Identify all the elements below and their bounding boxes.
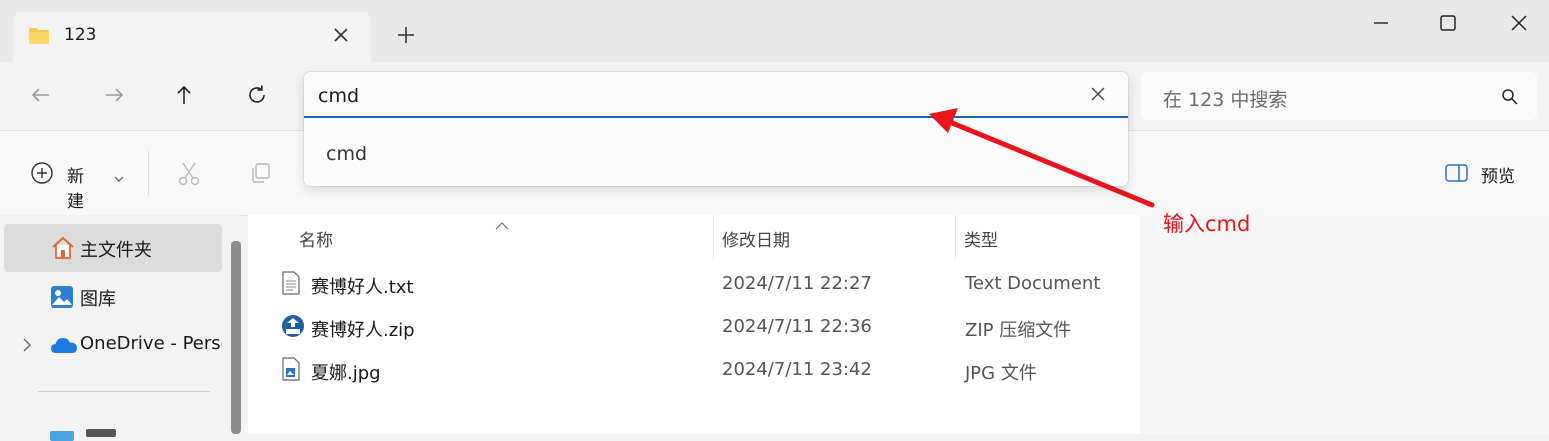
minimize-button[interactable] — [1370, 12, 1392, 34]
title-bar: 123 — [0, 0, 1549, 62]
new-button-label: 新建 — [67, 167, 84, 212]
sidebar-item-onedrive[interactable]: OneDrive - Perso — [4, 321, 222, 369]
preview-label: 预览 — [1481, 167, 1515, 187]
close-tab-icon[interactable] — [330, 24, 352, 46]
file-modified: 2024/7/11 23:42 — [722, 359, 872, 380]
up-arrow-icon[interactable] — [171, 82, 197, 108]
close-window-button[interactable] — [1508, 12, 1530, 34]
file-modified: 2024/7/11 22:27 — [722, 273, 872, 294]
forward-arrow-icon[interactable] — [101, 82, 127, 108]
chevron-down-icon — [114, 168, 124, 187]
column-header-modified[interactable]: 修改日期 — [722, 226, 790, 251]
zip-file-icon — [281, 314, 305, 342]
file-name: 夏娜.jpg — [311, 363, 381, 384]
onedrive-icon — [50, 336, 78, 358]
search-placeholder: 在 123 中搜索 — [1163, 89, 1288, 111]
plus-circle-icon — [30, 161, 54, 189]
annotation-label: 输入cmd — [1163, 212, 1251, 236]
sidebar-item-label: OneDrive - Perso — [80, 333, 222, 354]
sidebar-item-label: 主文件夹 — [80, 240, 152, 261]
toolbar-divider — [148, 151, 149, 195]
refresh-icon[interactable] — [244, 82, 270, 108]
preview-pane-icon — [1444, 163, 1470, 187]
search-box[interactable]: 在 123 中搜索 — [1141, 72, 1537, 120]
file-type: JPG 文件 — [965, 363, 1037, 384]
sidebar-scrollbar[interactable] — [231, 241, 241, 434]
file-list: 名称 修改日期 类型 赛博好人.txt 2024/7/11 22:27 Text… — [248, 215, 1140, 434]
file-type: ZIP 压缩文件 — [965, 320, 1072, 341]
file-name: 赛博好人.txt — [311, 277, 414, 298]
column-divider[interactable] — [713, 215, 714, 259]
back-arrow-icon[interactable] — [28, 82, 54, 108]
search-icon[interactable] — [1501, 88, 1519, 110]
file-name: 赛博好人.zip — [311, 320, 415, 341]
address-suggestion-item[interactable]: cmd — [304, 120, 1128, 184]
desktop-icon — [50, 431, 74, 441]
image-file-icon — [281, 357, 301, 385]
chevron-right-icon[interactable] — [22, 337, 32, 356]
sidebar-item-label: 图库 — [80, 289, 116, 310]
maximize-button[interactable] — [1437, 12, 1459, 34]
folder-icon — [28, 27, 50, 49]
tab-title: 123 — [64, 25, 97, 45]
text-file-icon — [281, 271, 301, 299]
sidebar-divider — [38, 391, 210, 392]
copy-icon[interactable] — [249, 161, 273, 189]
sidebar-item-gallery[interactable]: 图库 — [4, 273, 222, 321]
sort-ascending-icon — [495, 215, 509, 234]
new-tab-button[interactable] — [395, 24, 417, 46]
address-bar-value: cmd — [318, 85, 360, 107]
column-divider[interactable] — [955, 215, 956, 259]
tab-123[interactable]: 123 — [13, 12, 371, 62]
address-bar-dropdown: cmd cmd — [304, 72, 1128, 186]
column-header-name[interactable]: 名称 — [299, 226, 333, 251]
table-row[interactable]: 赛博好人.txt 2024/7/11 22:27 Text Document — [248, 261, 1140, 305]
column-header-type[interactable]: 类型 — [964, 226, 998, 251]
file-modified: 2024/7/11 22:36 — [722, 316, 872, 337]
preview-pane — [1140, 215, 1549, 434]
partial-sidebar-label — [86, 429, 116, 437]
table-row[interactable]: 赛博好人.zip 2024/7/11 22:36 ZIP 压缩文件 — [248, 304, 1140, 348]
file-type: Text Document — [965, 273, 1101, 294]
address-bar-input[interactable]: cmd — [304, 72, 1128, 118]
home-icon — [50, 236, 76, 264]
cut-icon[interactable] — [177, 161, 201, 191]
navigation-pane: 主文件夹 图库 OneDrive - Perso — [0, 215, 241, 441]
gallery-icon — [50, 285, 74, 313]
preview-button[interactable]: 预览 — [1444, 161, 1534, 187]
clear-icon[interactable] — [1090, 86, 1106, 106]
suggestion-label: cmd — [326, 143, 368, 165]
table-row[interactable]: 夏娜.jpg 2024/7/11 23:42 JPG 文件 — [248, 347, 1140, 391]
sidebar-item-home[interactable]: 主文件夹 — [4, 224, 222, 272]
